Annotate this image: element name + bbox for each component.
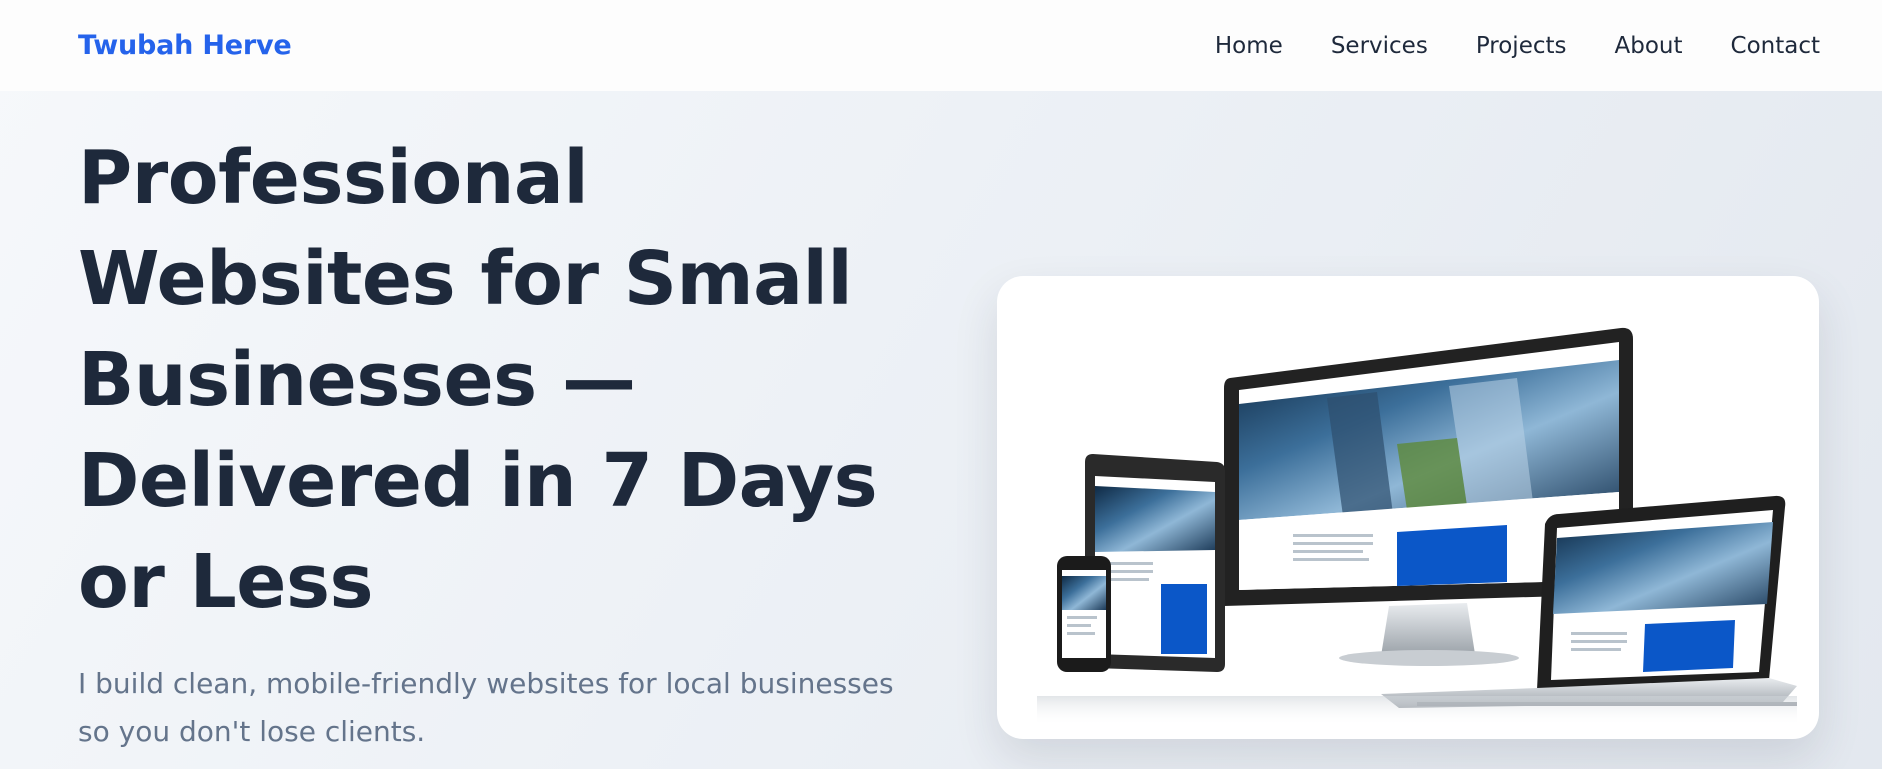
site-header: Twubah Herve Home Services Projects Abou…: [0, 0, 1882, 91]
nav-link-contact[interactable]: Contact: [1731, 33, 1820, 59]
brand-logo-link[interactable]: Twubah Herve: [78, 30, 292, 61]
responsive-devices-illustration: [1037, 327, 1797, 726]
nav-link-home[interactable]: Home: [1215, 33, 1283, 59]
nav-link-services[interactable]: Services: [1331, 33, 1428, 59]
hero-image-card: [997, 276, 1819, 739]
nav-links: Home Services Projects About Contact: [1167, 33, 1820, 59]
nav-link-about[interactable]: About: [1615, 33, 1683, 59]
nav-link-projects[interactable]: Projects: [1476, 33, 1567, 59]
hero-title: Professional Websites for Small Business…: [78, 135, 878, 625]
main-nav: Home Services Projects About Contact: [1167, 33, 1820, 59]
hero-subtitle: I build clean, mobile-friendly websites …: [78, 667, 894, 748]
phone-mockup: [1057, 556, 1111, 672]
